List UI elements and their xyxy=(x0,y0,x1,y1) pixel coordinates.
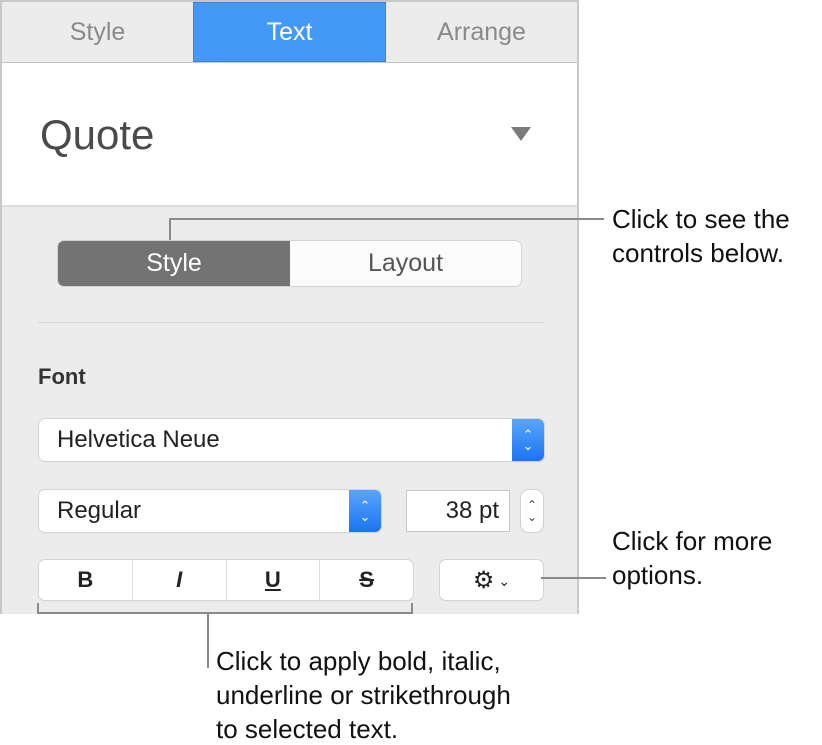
callout-text-line: to selected text. xyxy=(216,714,399,744)
typeface-value: Regular xyxy=(57,497,142,524)
callout-text-line: controls below. xyxy=(612,238,784,268)
callout-line xyxy=(37,612,413,614)
callout-line xyxy=(207,613,209,668)
callout-line xyxy=(541,577,606,579)
italic-button[interactable]: I xyxy=(133,560,227,600)
callout-line xyxy=(169,218,171,240)
tab-text[interactable]: Text xyxy=(193,2,386,62)
callout-format: Click to apply bold, italic, underline o… xyxy=(216,644,511,745)
style-layout-segmented-control: Style Layout xyxy=(58,241,521,286)
triangle-down-icon[interactable] xyxy=(511,127,531,141)
font-size-field[interactable]: 38 pt xyxy=(406,490,510,532)
tab-arrange[interactable]: Arrange xyxy=(386,2,577,62)
callout-text-line: Click to apply bold, italic, xyxy=(216,646,501,676)
callout-segment: Click to see the controls below. xyxy=(612,202,790,270)
strikethrough-button[interactable]: S xyxy=(320,560,413,600)
up-down-chevron-icon[interactable]: ⌃ ⌄ xyxy=(349,490,381,532)
paragraph-style-selector[interactable]: Quote xyxy=(2,63,577,207)
font-family-value: Helvetica Neue xyxy=(57,426,220,453)
font-size-stepper[interactable]: ⌃ ⌄ xyxy=(521,490,543,532)
font-family-popup[interactable]: Helvetica Neue ⌃ ⌄ xyxy=(39,419,544,461)
callout-text-line: Click to see the xyxy=(612,204,790,234)
chevron-down-icon: ⌄ xyxy=(498,572,511,589)
segment-style[interactable]: Style xyxy=(58,241,290,286)
more-text-options-button[interactable]: ⚙ ⌄ xyxy=(440,560,543,600)
bold-button[interactable]: B xyxy=(39,560,133,600)
paragraph-style-name[interactable]: Quote xyxy=(40,111,154,159)
underline-button[interactable]: U xyxy=(227,560,321,600)
inspector-tabs: Style Text Arrange xyxy=(2,2,577,63)
callout-text-line: options. xyxy=(612,560,704,590)
font-section-label: Font xyxy=(38,364,86,389)
up-down-chevron-icon[interactable]: ⌃ ⌄ xyxy=(512,419,544,461)
segment-layout[interactable]: Layout xyxy=(290,241,521,286)
callout-line xyxy=(411,603,413,613)
divider xyxy=(38,322,544,323)
tab-style[interactable]: Style xyxy=(2,2,193,62)
callout-line xyxy=(169,218,604,220)
callout-text-line: Click for more xyxy=(612,526,773,556)
typeface-popup[interactable]: Regular ⌃ ⌄ xyxy=(39,490,381,532)
callout-text-line: underline or strikethrough xyxy=(216,680,511,710)
gear-icon: ⚙ xyxy=(472,566,495,594)
format-inspector-panel: Style Text Arrange Quote Style Layout Fo… xyxy=(0,0,579,614)
callout-options: Click for more options. xyxy=(612,524,772,592)
text-style-buttons: B I U S xyxy=(39,560,413,600)
